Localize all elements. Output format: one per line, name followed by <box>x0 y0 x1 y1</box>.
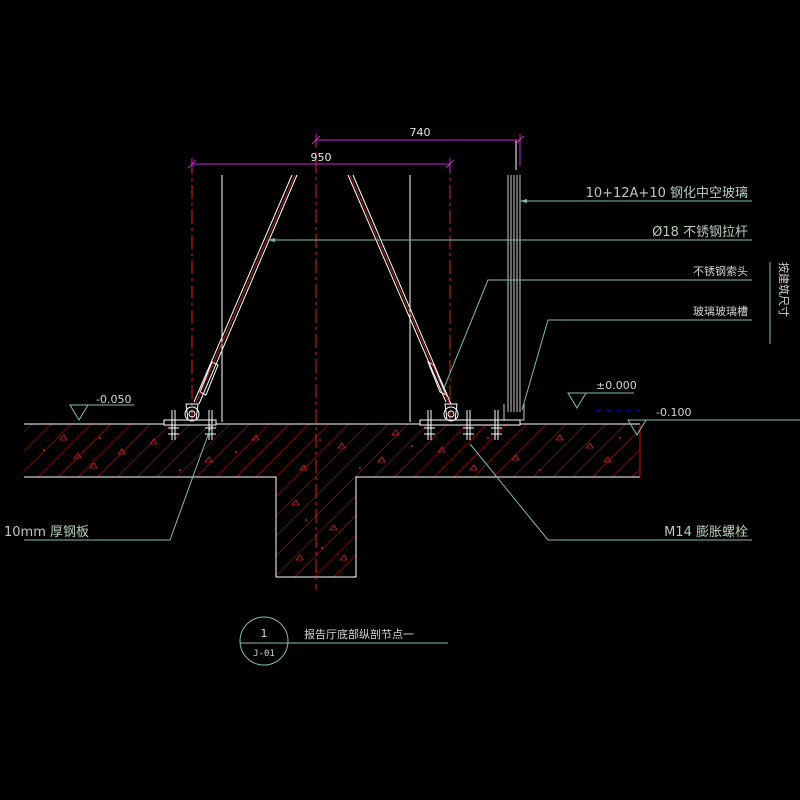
elevation-left-value: -0.050 <box>96 393 131 406</box>
glass-panel <box>503 175 525 421</box>
detail-number: 1 <box>261 627 268 640</box>
dimension-lower-value: 950 <box>311 151 332 164</box>
cad-drawing: 740 950 10+12A+10 钢化中空玻璃 Ø18 不锈钢拉杆 不锈钢索头… <box>4 126 800 666</box>
leader-arrows <box>268 199 527 242</box>
detail-sheet: J-01 <box>253 649 275 659</box>
vertical-guides <box>221 140 517 422</box>
concrete-slab <box>24 423 641 578</box>
elevation-right <box>627 419 800 436</box>
rod-centerline <box>195 174 450 404</box>
leader-lines <box>24 200 771 541</box>
cable-head-label: 不锈钢索头 <box>693 264 748 278</box>
elevation-left <box>69 404 134 421</box>
dimension-top-value: 740 <box>410 126 431 139</box>
tension-rods <box>193 174 452 405</box>
glass-label: 10+12A+10 钢化中空玻璃 <box>586 186 748 201</box>
elevation-center <box>567 392 640 411</box>
elevation-center-value: ±0.000 <box>596 379 637 392</box>
elevation-right-value: -0.100 <box>656 406 691 419</box>
bolt-label: M14 膨胀螺栓 <box>664 525 748 540</box>
glass-slot-label: 玻璃玻璃槽 <box>693 304 748 318</box>
cable-head-right <box>443 403 459 422</box>
plate-label: 10mm 厚钢板 <box>4 525 89 540</box>
rod-label: Ø18 不锈钢拉杆 <box>652 225 748 240</box>
detail-title: 报告厅底部纵剖节点一 <box>304 627 414 641</box>
vertical-dimension-label: 按建筑尺寸 <box>777 262 791 317</box>
